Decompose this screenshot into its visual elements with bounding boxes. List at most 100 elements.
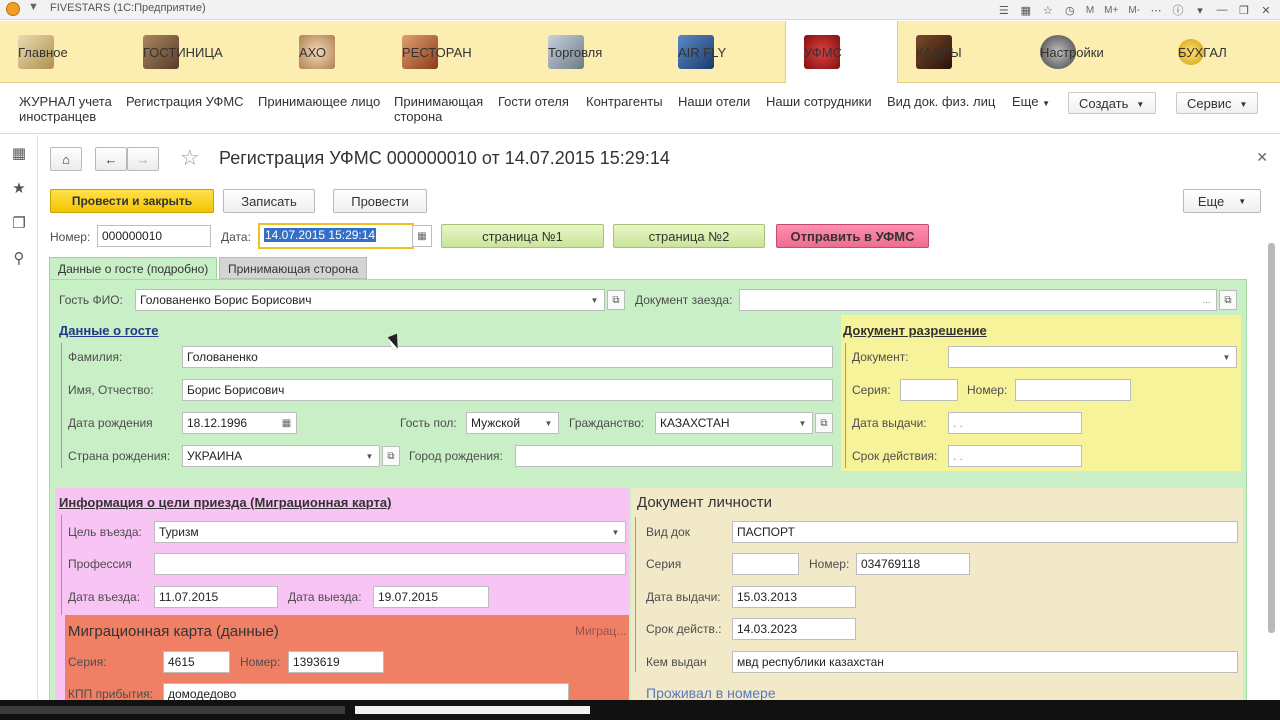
- section-hotel[interactable]: ГОСТИНИЦА: [125, 21, 281, 83]
- close-icon[interactable]: ✕: [1260, 4, 1272, 17]
- memory-m-button[interactable]: M: [1086, 4, 1094, 16]
- tab-guest-details[interactable]: Данные о госте (подробно): [49, 257, 218, 279]
- scrollbar-thumb[interactable]: [1268, 243, 1275, 633]
- permit-series-field[interactable]: [900, 379, 958, 401]
- id-number-field[interactable]: 034769118: [856, 553, 970, 575]
- section-aho[interactable]: АХО: [281, 21, 384, 83]
- nav-item-journal[interactable]: ЖУРНАЛ учета иностранцев: [19, 94, 119, 124]
- open-icon[interactable]: ⧉: [815, 413, 833, 433]
- section-main[interactable]: Главное: [0, 21, 125, 83]
- exit-date-field[interactable]: 19.07.2015: [373, 586, 489, 608]
- more-button[interactable]: Еще ▼: [1183, 189, 1261, 213]
- nav-item-our-hotels[interactable]: Наши отели: [678, 94, 750, 109]
- permit-valid-field[interactable]: . .: [948, 445, 1082, 467]
- birthdate-field[interactable]: 18.12.1996: [182, 412, 278, 434]
- app-logo-icon[interactable]: [6, 2, 20, 16]
- save-button[interactable]: Записать: [223, 189, 315, 213]
- dropdown-icon[interactable]: ▾: [1194, 4, 1206, 17]
- number-field[interactable]: 000000010: [97, 225, 211, 247]
- chevron-down-icon[interactable]: ▼: [585, 289, 605, 311]
- open-icon[interactable]: ⧉: [1219, 290, 1237, 310]
- section-ufms[interactable]: УФМС: [785, 21, 898, 83]
- nav-item-hotel-guests[interactable]: Гости отеля: [498, 94, 569, 109]
- search-icon[interactable]: ⚲: [10, 250, 28, 268]
- section-hr[interactable]: КАДРЫ: [898, 21, 1022, 83]
- send-ufms-button[interactable]: Отправить в УФМС: [776, 224, 929, 248]
- nav-item-contractors[interactable]: Контрагенты: [586, 94, 663, 109]
- id-issue-field[interactable]: 15.03.2013: [732, 586, 856, 608]
- mig-series-field[interactable]: 4615: [163, 651, 230, 673]
- ellipsis-icon[interactable]: ⋯: [1150, 4, 1162, 17]
- minimize-icon[interactable]: —: [1216, 4, 1228, 16]
- favorite-star-icon[interactable]: ☆: [180, 145, 200, 171]
- calendar-icon[interactable]: ▦: [1020, 4, 1032, 17]
- close-icon[interactable]: ✕: [1256, 149, 1268, 166]
- menu-dropdown-icon[interactable]: ▼: [28, 1, 39, 13]
- memory-plus-button[interactable]: M+: [1104, 4, 1118, 16]
- nav-more-button[interactable]: Еще ▼: [1012, 94, 1050, 111]
- post-and-close-button[interactable]: Провести и закрыть: [50, 189, 214, 213]
- nav-item-our-staff[interactable]: Наши сотрудники: [766, 94, 872, 109]
- nav-item-host-person[interactable]: Принимающее лицо: [258, 94, 380, 109]
- service-button[interactable]: Сервис ▼: [1176, 92, 1258, 114]
- nav-item-doc-types[interactable]: Вид док. физ. лиц: [887, 94, 995, 109]
- open-icon[interactable]: ⧉: [382, 446, 400, 466]
- chevron-down-icon[interactable]: ▼: [793, 412, 813, 434]
- gender-field[interactable]: Мужской: [466, 412, 540, 434]
- history-icon[interactable]: ❐: [10, 215, 28, 233]
- guest-section-title[interactable]: Данные о госте: [59, 323, 159, 338]
- favorites-star-icon[interactable]: ★: [10, 180, 28, 198]
- open-icon[interactable]: ⧉: [607, 290, 625, 310]
- entry-date-field[interactable]: 11.07.2015: [154, 586, 278, 608]
- permit-section-title[interactable]: Документ разрешение: [843, 323, 987, 338]
- ellipsis-icon[interactable]: …: [1197, 289, 1217, 311]
- chevron-down-icon[interactable]: ▼: [539, 412, 559, 434]
- calendar-icon[interactable]: ▦: [277, 412, 297, 434]
- issuer-field[interactable]: мвд республики казахстан: [732, 651, 1238, 673]
- section-restaurant[interactable]: РЕСТОРАН: [384, 21, 530, 83]
- citizenship-field[interactable]: КАЗАХСТАН: [655, 412, 795, 434]
- history-icon[interactable]: ◷: [1064, 4, 1076, 17]
- room-history-link[interactable]: Проживал в номере: [646, 685, 776, 701]
- chevron-down-icon[interactable]: ▼: [360, 445, 380, 467]
- permit-issue-field[interactable]: . .: [948, 412, 1082, 434]
- id-valid-field[interactable]: 14.03.2023: [732, 618, 856, 640]
- date-field[interactable]: 14.07.2015 15:29:14: [258, 223, 414, 249]
- section-airfly[interactable]: AIR FLY: [660, 21, 785, 83]
- post-button[interactable]: Провести: [333, 189, 427, 213]
- forward-button[interactable]: →: [127, 147, 159, 171]
- chevron-down-icon[interactable]: ▼: [1217, 346, 1237, 368]
- chevron-down-icon[interactable]: ▼: [606, 521, 626, 543]
- form-scrollbar[interactable]: [1268, 243, 1276, 700]
- restore-icon[interactable]: ❐: [1238, 4, 1250, 17]
- doctype-field[interactable]: ПАСПОРТ: [732, 521, 1238, 543]
- nav-item-host-side[interactable]: Принимающая сторона: [394, 94, 486, 124]
- nav-item-registration[interactable]: Регистрация УФМС: [126, 94, 244, 109]
- permit-number-field[interactable]: [1015, 379, 1131, 401]
- page2-button[interactable]: страница №2: [613, 224, 765, 248]
- star-icon[interactable]: ☆: [1042, 4, 1054, 17]
- birth-city-field[interactable]: [515, 445, 833, 467]
- section-trade[interactable]: Торговля: [530, 21, 660, 83]
- apps-grid-icon[interactable]: ▦: [10, 145, 28, 163]
- arrival-doc-field[interactable]: [739, 289, 1199, 311]
- lastname-field[interactable]: Голованенко: [182, 346, 833, 368]
- calendar-icon[interactable]: ▦: [412, 225, 432, 247]
- section-accounting[interactable]: БУХГАЛ: [1160, 21, 1280, 83]
- page1-button[interactable]: страница №1: [441, 224, 604, 248]
- id-series-field[interactable]: [732, 553, 799, 575]
- memory-minus-button[interactable]: M-: [1128, 4, 1140, 16]
- name-field[interactable]: Борис Борисович: [182, 379, 833, 401]
- visit-section-title[interactable]: Информация о цели приезда (Миграционная …: [59, 495, 391, 510]
- tab-host-side[interactable]: Принимающая сторона: [219, 257, 368, 279]
- purpose-field[interactable]: Туризм: [154, 521, 607, 543]
- nav-icon[interactable]: ☰: [998, 4, 1010, 17]
- permit-doc-field[interactable]: [948, 346, 1220, 368]
- create-button[interactable]: Создать ▼: [1068, 92, 1156, 114]
- section-settings[interactable]: Настройки: [1022, 21, 1160, 83]
- info-icon[interactable]: ⓘ: [1172, 4, 1184, 17]
- back-button[interactable]: ←: [95, 147, 127, 171]
- mig-number-field[interactable]: 1393619: [288, 651, 384, 673]
- guest-name-field[interactable]: Голованенко Борис Борисович: [135, 289, 587, 311]
- profession-field[interactable]: [154, 553, 626, 575]
